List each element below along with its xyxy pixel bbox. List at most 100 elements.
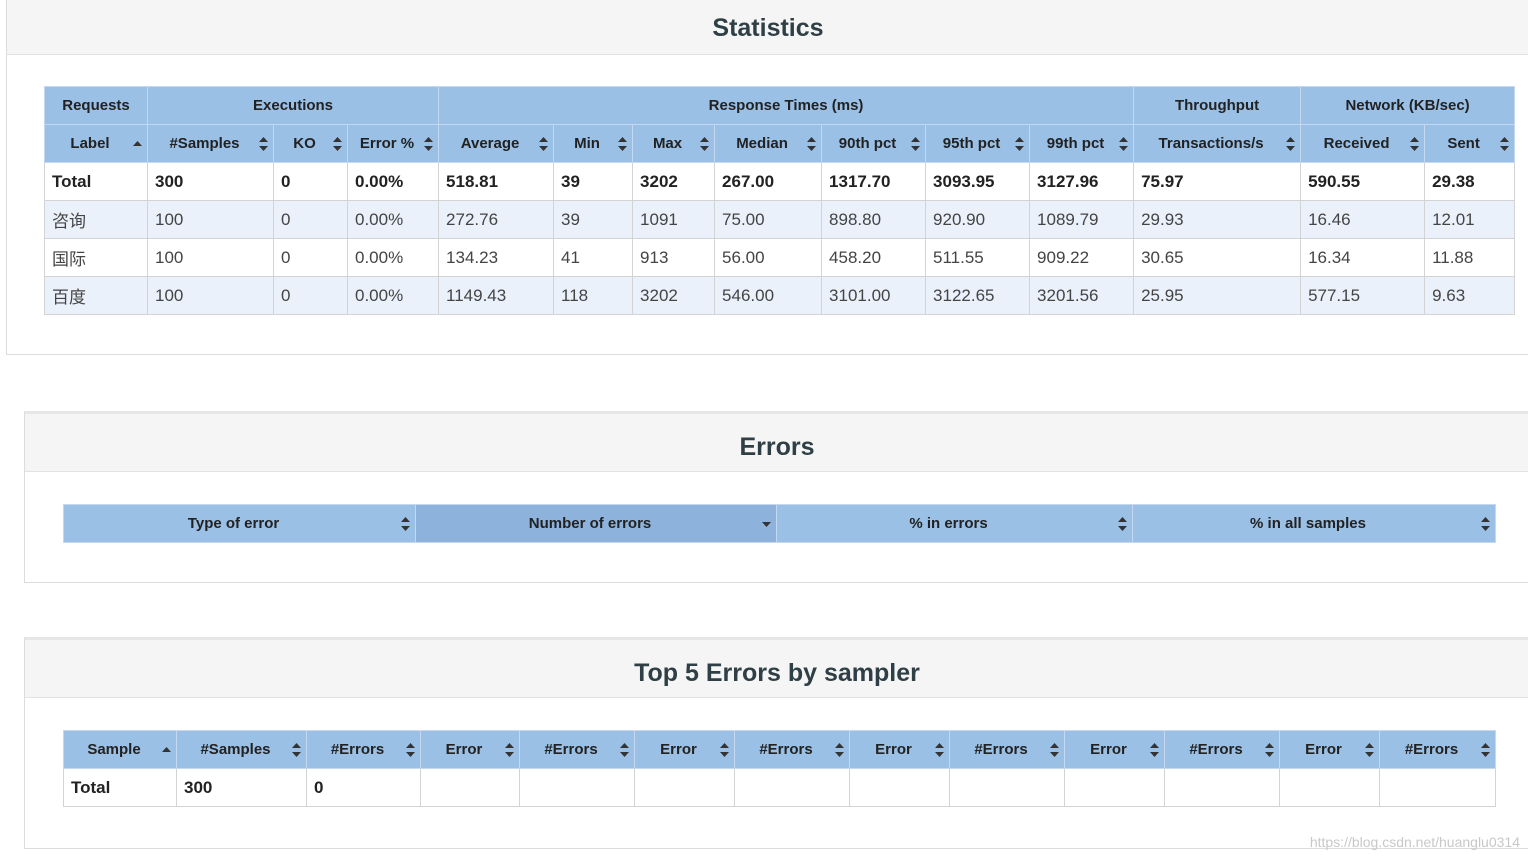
column-header-label: Error	[445, 741, 483, 758]
sort-icon[interactable]	[505, 742, 514, 757]
sort-icon[interactable]	[911, 136, 921, 151]
column-header-sample[interactable]: Sample	[63, 730, 177, 769]
column-header-label: Error	[1305, 741, 1342, 758]
column-header-in-all-samples[interactable]: % in all samples	[1132, 504, 1496, 543]
table-cell	[420, 768, 520, 807]
column-header-error[interactable]: Error	[634, 730, 735, 769]
column-header-label: Sample	[87, 741, 141, 758]
sort-icon[interactable]	[1150, 742, 1159, 757]
column-header-ko[interactable]: KO	[273, 124, 348, 163]
column-header-errors[interactable]: #Errors	[949, 730, 1065, 769]
sort-icon[interactable]	[1119, 136, 1129, 151]
column-header-label: #Errors	[544, 741, 598, 758]
column-header-type-of-error[interactable]: Type of error	[63, 504, 416, 543]
table-cell: 458.20	[821, 238, 927, 277]
sort-ascending-icon[interactable]	[133, 137, 142, 151]
table-cell: 1317.70	[821, 162, 927, 201]
column-header-label: Error	[660, 741, 697, 758]
sort-icon[interactable]	[1410, 136, 1420, 151]
column-header-error[interactable]: Error	[1279, 730, 1380, 769]
table-cell: 0	[273, 238, 348, 277]
column-header-samples[interactable]: #Samples	[176, 730, 307, 769]
table-cell: 272.76	[438, 200, 555, 239]
column-header-received[interactable]: Received	[1300, 124, 1426, 163]
sort-icon[interactable]	[1286, 136, 1296, 151]
sort-icon[interactable]	[1265, 742, 1274, 757]
sort-icon[interactable]	[620, 742, 629, 757]
sort-descending-icon[interactable]	[762, 517, 771, 531]
table-cell: 100	[147, 238, 274, 277]
column-header-error[interactable]: Error	[849, 730, 950, 769]
column-header-in-errors[interactable]: % in errors	[776, 504, 1133, 543]
table-cell: 29.38	[1424, 162, 1516, 201]
sort-icon[interactable]	[1481, 516, 1490, 531]
column-header-samples[interactable]: #Samples	[147, 124, 274, 163]
column-header-errors[interactable]: #Errors	[1379, 730, 1496, 769]
column-header-errors[interactable]: #Errors	[1164, 730, 1280, 769]
sort-icon[interactable]	[259, 136, 268, 151]
table-cell: 39	[553, 162, 634, 201]
column-header-number-of-errors[interactable]: Number of errors	[415, 504, 777, 543]
sort-ascending-icon[interactable]	[162, 743, 171, 757]
sort-icon[interactable]	[1481, 742, 1490, 757]
column-header-error[interactable]: Error %	[346, 124, 440, 163]
sort-icon[interactable]	[424, 136, 434, 151]
group-header-response-times: Response Times (ms)	[438, 86, 1135, 125]
table-cell	[519, 768, 635, 807]
table-cell: 3202	[632, 276, 716, 315]
table-cell	[1064, 768, 1165, 807]
column-header-99th-pct[interactable]: 99th pct	[1029, 124, 1135, 163]
column-header-transactions-s[interactable]: Transactions/s	[1133, 124, 1302, 163]
errors-title: Errors	[739, 433, 815, 461]
column-header-label: Average	[460, 135, 520, 152]
column-header-label: 99th pct	[1046, 135, 1105, 152]
errors-panel: Errors	[24, 411, 1528, 583]
column-header-label: Label	[70, 135, 110, 152]
column-header-90th-pct[interactable]: 90th pct	[821, 124, 927, 163]
column-header-error[interactable]: Error	[420, 730, 520, 769]
table-cell: 913	[632, 238, 716, 277]
column-header-label: 90th pct	[838, 135, 897, 152]
column-header-label: #Samples	[169, 135, 240, 152]
column-header-errors[interactable]: #Errors	[519, 730, 635, 769]
statistics-table: Requests Executions Response Times (ms) …	[44, 86, 1516, 315]
sort-icon[interactable]	[406, 742, 415, 757]
sort-icon[interactable]	[720, 742, 729, 757]
column-header-median[interactable]: Median	[714, 124, 823, 163]
table-cell	[734, 768, 850, 807]
table-cell: 0	[273, 200, 348, 239]
sort-icon[interactable]	[292, 742, 301, 757]
sort-icon[interactable]	[539, 136, 549, 151]
column-header-errors[interactable]: #Errors	[734, 730, 850, 769]
column-header-max[interactable]: Max	[632, 124, 716, 163]
column-header-errors[interactable]: #Errors	[306, 730, 421, 769]
column-header-average[interactable]: Average	[438, 124, 555, 163]
column-header-sent[interactable]: Sent	[1424, 124, 1516, 163]
column-header-label: Number of errors	[528, 515, 652, 532]
sort-icon[interactable]	[618, 136, 628, 151]
column-header-error[interactable]: Error	[1064, 730, 1165, 769]
sort-icon[interactable]	[700, 136, 710, 151]
table-cell: 39	[553, 200, 634, 239]
sort-icon[interactable]	[1365, 742, 1374, 757]
sort-icon[interactable]	[401, 516, 410, 531]
group-header-network: Network (KB/sec)	[1300, 86, 1516, 125]
column-header-label[interactable]: Label	[44, 124, 148, 163]
table-cell: 590.55	[1300, 162, 1426, 201]
top-errors-header: Top 5 Errors by sampler	[25, 640, 1528, 698]
sort-icon[interactable]	[1500, 136, 1510, 151]
column-header-95th-pct[interactable]: 95th pct	[925, 124, 1031, 163]
sort-icon[interactable]	[1015, 136, 1025, 151]
sort-icon[interactable]	[1118, 516, 1127, 531]
column-header-min[interactable]: Min	[553, 124, 634, 163]
sort-icon[interactable]	[807, 136, 817, 151]
table-cell: 3101.00	[821, 276, 927, 315]
table-cell: 75.00	[714, 200, 823, 239]
table-cell: 0.00%	[346, 276, 440, 315]
sort-icon[interactable]	[1050, 742, 1059, 757]
column-header-label: Received	[1323, 135, 1390, 152]
sort-icon[interactable]	[935, 742, 944, 757]
sort-icon[interactable]	[835, 742, 844, 757]
sort-icon[interactable]	[333, 136, 342, 151]
column-header-label: Transactions/s	[1158, 135, 1264, 152]
